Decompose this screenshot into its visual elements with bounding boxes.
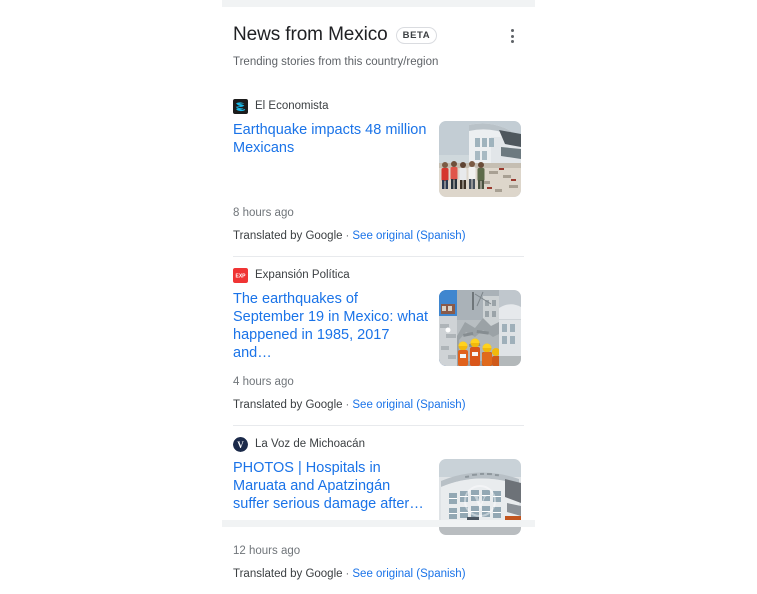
- article-headline[interactable]: Earthquake impacts 48 million Mexicans: [233, 121, 429, 157]
- source-name: La Voz de Michoacán: [255, 438, 365, 450]
- article-timestamp: 8 hours ago: [233, 207, 294, 219]
- article-body: Earthquake impacts 48 million Mexicans: [233, 121, 524, 197]
- module-subtitle: Trending stories from this country/regio…: [233, 56, 439, 68]
- source-name: Expansión Política: [255, 269, 350, 281]
- translation-attribution: Translated by Google · See original (Spani…: [233, 567, 524, 594]
- menu-dot: [510, 34, 514, 38]
- top-spacer-strip: [222, 0, 535, 7]
- menu-dot: [510, 39, 514, 43]
- source-row: El Economista: [233, 88, 524, 114]
- page-title: News from Mexico: [233, 24, 388, 45]
- overflow-menu-icon[interactable]: [503, 25, 521, 47]
- la-voz-de-michoacan-logo-icon: V: [233, 437, 248, 452]
- article-thumbnail[interactable]: [439, 121, 521, 197]
- see-original-link[interactable]: See original (Spanish): [352, 230, 465, 242]
- title-row: News from Mexico BETA: [233, 23, 523, 47]
- attribution-separator: ·: [345, 230, 350, 242]
- translated-by-label: Translated by Google: [233, 399, 343, 411]
- news-module-page: News from Mexico BETA Trending stories f…: [0, 0, 757, 580]
- news-from-mexico-card: News from Mexico BETA Trending stories f…: [222, 7, 535, 580]
- expansion-politica-logo-icon: EXP: [233, 268, 248, 283]
- el-economista-logo-icon: [233, 99, 248, 114]
- source-row: V La Voz de Michoacán: [233, 426, 524, 452]
- svg-text:V: V: [474, 492, 487, 512]
- article-headline[interactable]: PHOTOS | Hospitals in Maruata and Apatzi…: [233, 459, 429, 513]
- svg-text:V: V: [237, 440, 244, 450]
- source-row: EXP Expansión Política: [233, 257, 524, 283]
- translated-by-label: Translated by Google: [233, 230, 343, 242]
- article-timestamp: 4 hours ago: [233, 376, 294, 388]
- svg-text:EXP: EXP: [235, 274, 246, 280]
- card-header: News from Mexico BETA Trending stories f…: [222, 7, 535, 70]
- list-item[interactable]: EXP Expansión Política The earthquakes o…: [222, 257, 535, 425]
- list-item[interactable]: El Economista Earthquake impacts 48 mill…: [222, 88, 535, 256]
- attribution-separator: ·: [345, 399, 350, 411]
- article-body: The earthquakes of September 19 in Mexic…: [233, 290, 524, 366]
- bottom-spacer-strip: [222, 520, 535, 527]
- see-original-link[interactable]: See original (Spanish): [352, 568, 465, 580]
- list-item[interactable]: V La Voz de Michoacán PHOTOS | Hospitals…: [222, 426, 535, 594]
- menu-dot: [510, 29, 514, 33]
- beta-badge: BETA: [395, 26, 438, 44]
- translation-attribution: Translated by Google · See original (Spani…: [233, 229, 524, 256]
- article-list: El Economista Earthquake impacts 48 mill…: [222, 88, 535, 594]
- translation-attribution: Translated by Google · See original (Spani…: [233, 398, 524, 425]
- article-timestamp: 12 hours ago: [233, 545, 301, 557]
- translated-by-label: Translated by Google: [233, 568, 343, 580]
- see-original-link[interactable]: See original (Spanish): [352, 399, 465, 411]
- article-thumbnail[interactable]: [439, 290, 521, 366]
- attribution-separator: ·: [345, 568, 350, 580]
- source-name: El Economista: [255, 100, 329, 112]
- article-headline[interactable]: The earthquakes of September 19 in Mexic…: [233, 290, 429, 362]
